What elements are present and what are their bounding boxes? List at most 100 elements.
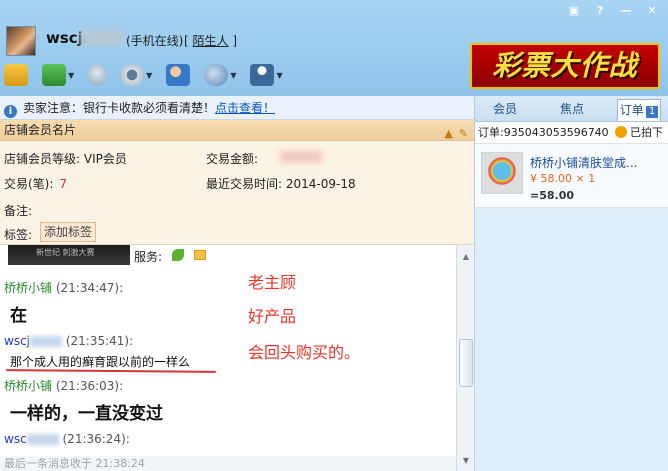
notice-link[interactable]: 点击查看！ [215,101,275,115]
help-icon[interactable]: ? [588,3,612,19]
apps-button[interactable]: ▼ [250,64,283,86]
chevron-down-icon[interactable]: ▼ [146,71,152,80]
message-text: 一样的，一直没变过 [10,404,163,424]
tab-focus[interactable]: 焦点 [535,96,609,122]
note-field[interactable]: 备注: [4,202,32,219]
message-sender[interactable]: 桥桥小铺 [4,379,52,393]
chat-history[interactable]: 新世纪 刺激大赛 服务: 桥桥小铺 (21:34:47): 在 wscj (21… [0,245,456,456]
message-sender[interactable]: wscj [4,334,30,348]
video-button[interactable]: ▼ [120,64,152,86]
message-time: (21:36:03): [55,379,124,393]
transfer-button[interactable] [4,64,28,86]
globe-icon [204,64,229,86]
title-bar: wscjr (手机在线) [ 陌生人 ] ▣ ? — ✕ ▼ ▼ ▼ ▼ 彩票大… [0,0,668,96]
leaf-icon[interactable] [172,249,184,261]
add-contact-button[interactable] [166,64,191,86]
wrench-icon[interactable]: ✎ [459,123,468,144]
name-redaction [80,30,124,46]
app-icon [250,64,275,86]
message-sender[interactable]: wsc [4,432,27,446]
card-icon[interactable] [194,250,206,260]
pin-icon[interactable]: ▲ [444,123,452,144]
trade-count: 交易(笔): 7 [4,175,67,192]
card-header-icons: ▲ ✎ [444,123,468,144]
sender-redaction [26,434,59,445]
transfer-icon [4,64,28,86]
tab-orders[interactable]: 订单 1 [617,99,661,121]
last-message-status: 最后一条消息收于 21:38:24 [0,456,456,471]
order-id: 订单:935043053596740 [478,126,609,139]
relation-bracket-close: ] [232,34,238,48]
relation-link[interactable]: 陌生人 [193,34,229,48]
message-sender[interactable]: 桥桥小铺 [4,281,52,295]
member-level-value: VIP会员 [83,152,127,166]
file-button[interactable]: ▼ [42,64,74,86]
member-level: 店铺会员等级: VIP会员 [4,150,127,167]
notice-bar: i 卖家注意：银行卡收款必须看清楚！点击查看！ [0,96,474,120]
mic-icon [88,64,107,86]
contact-relation[interactable]: [ 陌生人 ] [184,32,237,49]
last-trade-value: 2014-09-18 [285,177,356,191]
order-row[interactable]: 订单:935043053596740 已拍下 [475,122,668,144]
scroll-up-icon[interactable]: ▲ [459,251,473,263]
info-icon: i [4,105,17,118]
product-title[interactable]: 桥桥小铺清肤堂成... [530,154,637,171]
notice-text: 卖家注意：银行卡收款必须看清楚！ [23,101,216,115]
shop-banner-image: 新世纪 刺激大赛 [8,245,130,265]
message-header: 桥桥小铺 (21:34:47): [4,279,123,296]
message-text: 那个成人用的癣育跟以前的一样么 [10,355,191,369]
message-time: (21:34:47): [55,281,124,295]
chevron-down-icon[interactable]: ▼ [276,71,282,80]
red-underline-mark [5,369,217,373]
trade-amount-redaction [280,151,322,163]
last-trade: 最近交易时间: 2014-09-18 [206,175,356,192]
share-button[interactable]: ▼ [204,64,236,86]
sender-redaction [30,336,62,347]
scroll-down-icon[interactable]: ▼ [459,455,473,467]
message-time: (21:36:24): [62,432,130,446]
chat-scrollbar[interactable]: ▲ ▼ [456,245,474,471]
product-price-value: ¥ 58.00 × 1 [530,172,596,185]
product-thumbnail[interactable] [481,152,523,194]
trade-amount-label: 交易金额: [206,152,259,166]
minimize-icon[interactable]: — [614,3,638,19]
order-status: 已拍下 [615,122,663,144]
file-icon [42,64,66,86]
shop-banner-text: 新世纪 刺激大赛 [36,248,95,257]
avatar[interactable] [6,26,36,56]
close-icon[interactable]: ✕ [640,3,664,19]
tab-orders-label: 订单 [619,103,644,117]
user-add-icon [166,64,191,86]
product-price: ¥ 58.00 × 1 [530,172,595,185]
window-controls: ▣ ? — ✕ [562,3,664,19]
add-tag-button[interactable]: 添加标签 [40,222,96,242]
screen-icon[interactable]: ▣ [562,3,586,19]
order-count-badge: 1 [645,106,659,118]
last-trade-label: 最近交易时间: [206,177,283,191]
lottery-banner[interactable]: 彩票大作战 [470,43,660,89]
message-header: 桥桥小铺 (21:36:03): [4,377,123,394]
trade-count-value: 7 [59,177,68,191]
message-time: (21:35:41): [65,334,134,348]
tag-label: 标签: [4,228,33,242]
chevron-down-icon[interactable]: ▼ [68,71,74,80]
scroll-thumb[interactable] [459,339,473,387]
trade-count-label: 交易(笔): [4,177,54,191]
order-item[interactable]: 桥桥小铺清肤堂成... ¥ 58.00 × 1 =58.00 [475,144,668,208]
message-header: wscj (21:35:41): [4,334,133,348]
note-label: 备注: [4,204,33,218]
message-header: wsc (21:36:24): [4,432,130,446]
member-level-label: 店铺会员等级: [4,152,81,166]
toolbar: ▼ ▼ ▼ ▼ [4,64,283,86]
annotation-line: 会回头购买的。 [248,343,361,362]
service-label: 服务: [134,250,163,264]
status-icon [615,126,627,138]
annotation-line: 老主顾 [248,273,297,292]
trade-amount: 交易金额: [206,150,258,167]
product-total: =58.00 [530,189,574,202]
right-panel: 会员 焦点 订单 1 订单:935043053596740 已拍下 桥桥小铺清肤堂… [474,96,668,471]
voice-button[interactable] [88,64,107,86]
tab-member[interactable]: 会员 [475,96,535,122]
member-card-header: 店铺会员名片 ▲ ✎ [0,120,474,141]
chevron-down-icon[interactable]: ▼ [230,71,236,80]
